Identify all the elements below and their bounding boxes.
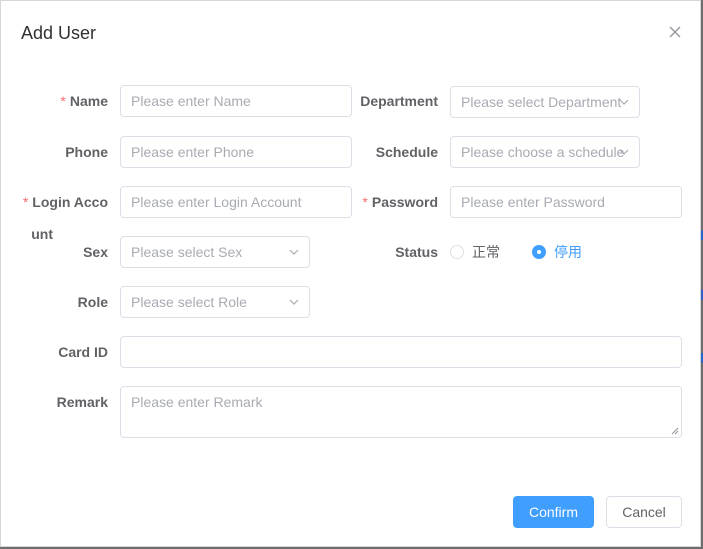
phone-input[interactable]: Please enter Phone	[120, 136, 352, 168]
name-label: * Name	[60, 93, 108, 109]
status-radio-disabled[interactable]: 停用	[532, 244, 582, 260]
name-input[interactable]: Please enter Name	[120, 85, 352, 117]
phone-placeholder: Please enter Phone	[131, 144, 254, 160]
remark-label: Remark	[56, 394, 108, 410]
chevron-down-icon	[619, 99, 629, 105]
chevron-down-icon	[619, 149, 629, 155]
sex-select[interactable]: Please select Sex	[120, 236, 310, 268]
add-user-dialog: Add User * Name Please enter Name Departm…	[0, 0, 701, 547]
radio-circle	[450, 245, 464, 259]
role-select[interactable]: Please select Role	[120, 286, 310, 318]
chevron-down-icon	[289, 299, 299, 305]
resize-handle-icon[interactable]	[671, 427, 679, 435]
card-id-label: Card ID	[58, 344, 108, 360]
card-id-input[interactable]	[120, 336, 682, 368]
phone-label: Phone	[65, 144, 108, 160]
confirm-button[interactable]: Confirm	[513, 496, 594, 528]
close-icon[interactable]	[667, 24, 683, 40]
status-radio-normal[interactable]: 正常	[450, 244, 500, 260]
password-label: * Password	[362, 194, 438, 210]
role-placeholder: Please select Role	[131, 294, 247, 310]
password-placeholder: Please enter Password	[461, 194, 605, 210]
department-select[interactable]: Please select Department	[450, 86, 640, 118]
cancel-button[interactable]: Cancel	[606, 496, 682, 528]
required-mark: *	[22, 194, 29, 210]
remark-placeholder: Please enter Remark	[131, 394, 263, 410]
chevron-down-icon	[289, 249, 299, 255]
login-account-label: * Login Acco	[22, 194, 108, 210]
schedule-placeholder: Please choose a schedule	[461, 144, 625, 160]
remark-textarea[interactable]: Please enter Remark	[120, 386, 682, 438]
dialog-title: Add User	[21, 23, 97, 43]
schedule-label: Schedule	[375, 144, 438, 160]
status-label: Status	[395, 244, 438, 260]
sex-label: Sex	[83, 244, 108, 260]
sex-placeholder: Please select Sex	[131, 244, 243, 260]
status-option-disabled-label: 停用	[554, 244, 582, 260]
radio-circle-checked	[532, 245, 546, 259]
department-label: Department	[360, 93, 438, 109]
password-input[interactable]: Please enter Password	[450, 186, 682, 218]
login-account-input[interactable]: Please enter Login Account	[120, 186, 352, 218]
status-option-normal-label: 正常	[472, 244, 500, 260]
login-account-label-wrap: unt	[31, 226, 53, 242]
required-mark: *	[362, 194, 368, 210]
schedule-select[interactable]: Please choose a schedule	[450, 136, 640, 168]
login-account-placeholder: Please enter Login Account	[131, 194, 302, 210]
role-label: Role	[77, 294, 108, 310]
required-mark: *	[60, 93, 66, 109]
name-placeholder: Please enter Name	[131, 93, 251, 109]
department-placeholder: Please select Department	[461, 94, 622, 110]
